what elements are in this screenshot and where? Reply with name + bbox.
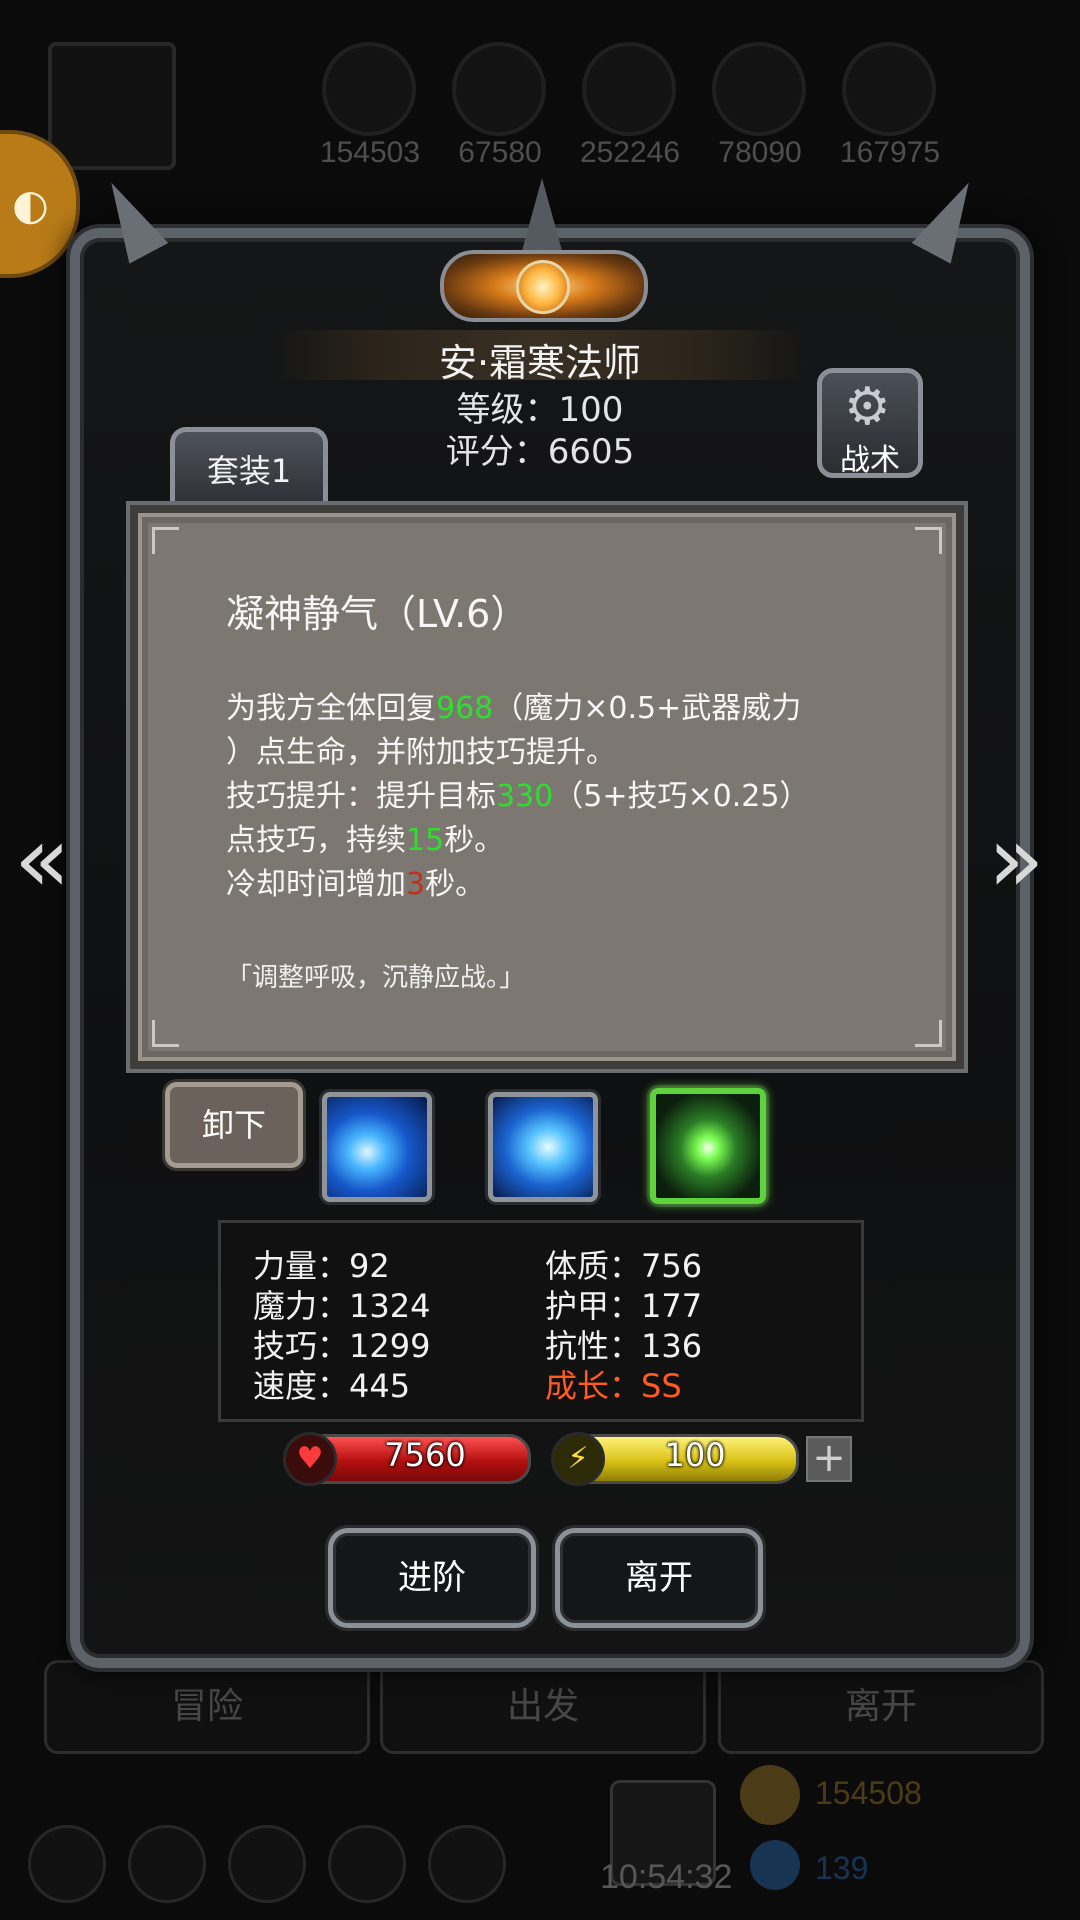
panel-corner-ornament [915, 1020, 942, 1047]
gem-icon [750, 1840, 800, 1890]
skill-text-segment: 冷却时间增加 [226, 867, 406, 902]
equipment-set-tab[interactable]: 套装1 [170, 427, 328, 510]
skill-desc-line: 技巧提升：提升目标330（5+技巧×0.25） [226, 775, 809, 819]
resource-icon [712, 42, 806, 136]
clock-text: 10:54:32 [600, 1858, 733, 1896]
next-hero-arrow-icon[interactable]: » [988, 810, 1044, 910]
skill-flavor-quote: 「调整呼吸，沉静应战。」 [226, 963, 526, 993]
leave-button[interactable]: 离开 [555, 1528, 763, 1628]
cooldown-seconds: 3 [406, 867, 426, 902]
skill-title: 凝神静气（LV.6） [226, 592, 529, 636]
lightning-icon: ⚡ [551, 1432, 605, 1486]
stat-speed: 速度：445 [253, 1367, 411, 1405]
panel-corner-ornament [152, 1020, 179, 1047]
resource-icon [842, 42, 936, 136]
gold-count: 154508 [815, 1775, 922, 1811]
crescent-orb-icon [516, 260, 570, 314]
bottom-menu-icon [28, 1825, 106, 1903]
skill-slot-ice-shard[interactable] [322, 1092, 432, 1202]
add-energy-button[interactable]: + [806, 1436, 852, 1482]
skill-text-segment: 秒。 [444, 823, 505, 858]
skill-boost-amount: 330 [496, 779, 554, 814]
frame-spike-decoration [520, 178, 564, 258]
gem-count: 139 [815, 1850, 869, 1886]
tactics-button[interactable]: ⚙ 战术 [817, 368, 923, 478]
prev-hero-arrow-icon[interactable]: « [14, 810, 70, 910]
skill-desc-line: 点技巧，持续15秒。 [226, 819, 504, 863]
advance-button[interactable]: 进阶 [328, 1528, 536, 1628]
bg-tab-adventure: 冒险 [44, 1660, 370, 1754]
heal-amount: 968 [436, 691, 494, 726]
heart-icon: ♥ [283, 1432, 337, 1486]
hp-value: 7560 [384, 1436, 466, 1474]
bg-tab-depart: 出发 [380, 1660, 706, 1754]
duration-seconds: 15 [406, 823, 445, 858]
resource-icon [452, 42, 546, 136]
resource-value: 78090 [718, 136, 802, 169]
skill-text-segment: （5+技巧×0.25） [553, 779, 810, 814]
skill-description-panel: 凝神静气（LV.6） 为我方全体回复968（魔力×0.5+武器威力 ）点生命，并… [130, 505, 964, 1069]
stat-growth: 成长：SS [545, 1367, 682, 1405]
resource-value: 67580 [458, 136, 542, 169]
gamepad-icon: ◐ [12, 180, 49, 229]
skill-text-segment: 点技巧，持续 [226, 823, 406, 858]
gold-coin-icon [740, 1765, 800, 1825]
bottom-menu-icon [428, 1825, 506, 1903]
panel-corner-ornament [915, 527, 942, 554]
tactics-label: 战术 [840, 443, 900, 478]
skill-slot-focus-selected[interactable] [650, 1088, 766, 1204]
resource-icon [322, 42, 416, 136]
unequip-button[interactable]: 卸下 [165, 1082, 303, 1168]
skill-desc-line: 冷却时间增加3秒。 [226, 863, 485, 907]
skill-text-segment: 技巧提升：提升目标 [226, 779, 496, 814]
resource-value: 154503 [319, 136, 421, 169]
skill-text-segment: ）点生命，并附加技巧提升。 [226, 735, 616, 770]
panel-corner-ornament [152, 527, 179, 554]
energy-value: 100 [664, 1436, 726, 1474]
skill-desc-line: 为我方全体回复968（魔力×0.5+武器威力 [226, 687, 801, 731]
hero-score: 评分：6605 [445, 432, 635, 472]
bottom-menu-icon [228, 1825, 306, 1903]
bottom-menu-icon [128, 1825, 206, 1903]
resource-value: 167975 [839, 136, 941, 169]
skill-text-segment: （魔力×0.5+武器威力 [493, 691, 802, 726]
hero-stats-box: 力量：92 魔力：1324 技巧：1299 速度：445 体质：756 护甲：1… [218, 1220, 864, 1422]
hero-name: 安·霜寒法师 [438, 341, 642, 385]
hero-portrait-slot [48, 42, 176, 170]
skill-desc-line: ）点生命，并附加技巧提升。 [226, 731, 616, 775]
skill-slot-frost-storm[interactable] [488, 1092, 598, 1202]
gear-icon: ⚙ [844, 377, 891, 437]
skill-text-segment: 为我方全体回复 [226, 691, 436, 726]
resource-icon [582, 42, 676, 136]
skill-text-segment: 秒。 [425, 867, 486, 902]
resource-value: 252246 [579, 136, 681, 169]
bg-tab-leave: 离开 [718, 1660, 1044, 1754]
bottom-menu-icon [328, 1825, 406, 1903]
